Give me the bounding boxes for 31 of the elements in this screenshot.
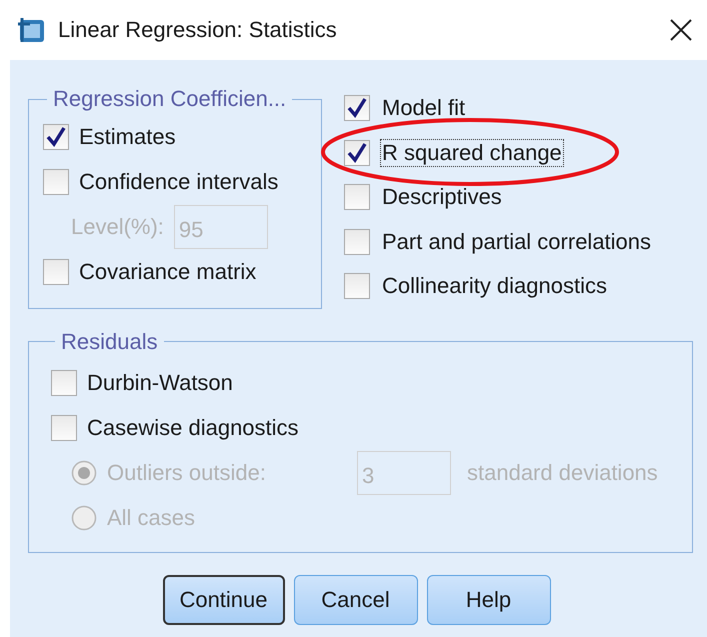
checkbox[interactable]	[344, 95, 370, 122]
dialog-button[interactable]: Continue	[162, 574, 284, 624]
checkbox[interactable]	[344, 228, 370, 255]
window-title: Linear Regression: Statistics	[58, 17, 338, 43]
checkbox[interactable]	[51, 370, 77, 396]
radio-label: Outliers outside:	[107, 460, 267, 486]
radio-label: All cases	[107, 505, 196, 531]
checkbox[interactable]	[43, 124, 69, 150]
checkbox-label: Part and partial correlations	[381, 228, 652, 256]
checkbox-label: Durbin-Watson	[87, 370, 233, 396]
checkbox-label: Confidence intervals	[79, 168, 278, 194]
checkbox[interactable]	[344, 273, 370, 300]
checkbox-label: Covariance matrix	[79, 258, 256, 284]
checkbox-label: Estimates	[79, 124, 176, 150]
group-title: Residuals	[60, 328, 159, 354]
checkbox[interactable]	[43, 168, 69, 194]
dialog-button[interactable]: Help	[426, 574, 550, 624]
checkbox-label: R squared change	[380, 138, 564, 167]
checkbox[interactable]	[344, 140, 370, 166]
checkbox[interactable]	[344, 184, 370, 210]
checkbox-label: Collinearity diagnostics	[381, 272, 608, 300]
checkbox-label: Model fit	[381, 94, 466, 122]
checkbox-label: Casewise diagnostics	[87, 415, 299, 441]
field-label: Level(%):	[71, 214, 164, 240]
dialog-button[interactable]: Cancel	[294, 574, 418, 624]
close-icon[interactable]	[669, 18, 693, 42]
unit-label: standard deviations	[467, 460, 658, 486]
group-title: Regression Coefficien...	[52, 86, 288, 112]
checkbox[interactable]	[51, 415, 77, 441]
checkbox[interactable]	[43, 258, 69, 284]
checkbox-label: Descriptives	[381, 183, 503, 212]
